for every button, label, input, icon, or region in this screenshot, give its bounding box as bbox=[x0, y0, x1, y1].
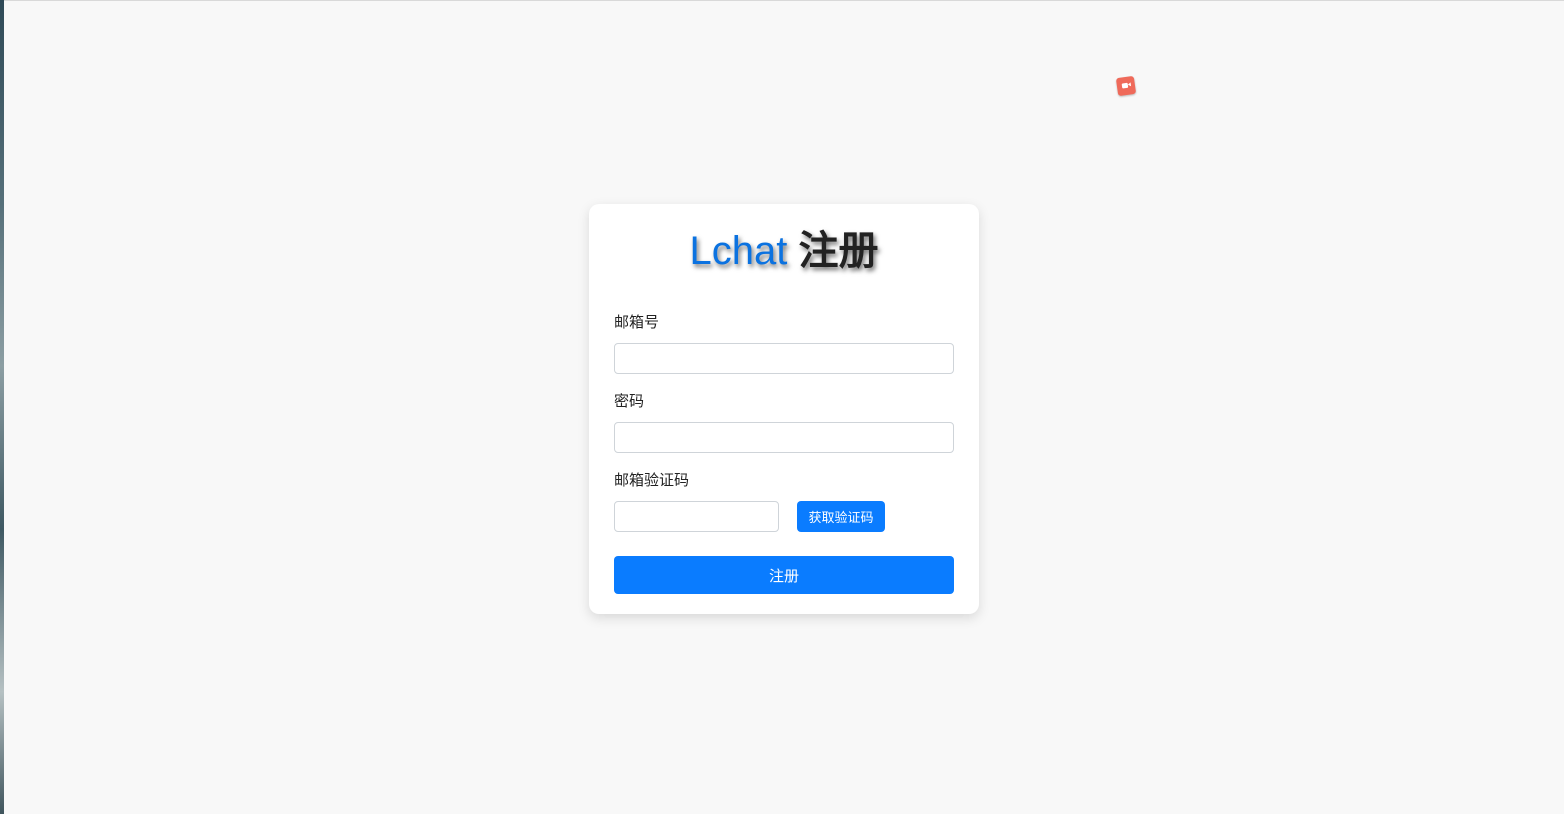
title-text: 注册 bbox=[798, 229, 879, 273]
get-code-button[interactable]: 获取验证码 bbox=[797, 501, 885, 532]
window-top-border bbox=[0, 0, 1564, 1]
password-label: 密码 bbox=[614, 392, 645, 410]
password-field[interactable] bbox=[614, 422, 954, 453]
page-title: Lchat 注册 bbox=[589, 228, 979, 274]
email-field[interactable] bbox=[614, 343, 954, 374]
screen-record-icon[interactable] bbox=[1115, 75, 1137, 97]
register-button[interactable]: 注册 bbox=[614, 556, 954, 594]
brand-name: Lchat bbox=[689, 229, 788, 273]
verification-code-label: 邮箱验证码 bbox=[614, 471, 690, 489]
desktop-background-edge bbox=[0, 0, 4, 814]
verification-code-field[interactable] bbox=[614, 501, 779, 532]
register-card: Lchat 注册 邮箱号 密码 邮箱验证码 获取验证码 注册 bbox=[589, 204, 979, 614]
email-label: 邮箱号 bbox=[614, 313, 660, 331]
